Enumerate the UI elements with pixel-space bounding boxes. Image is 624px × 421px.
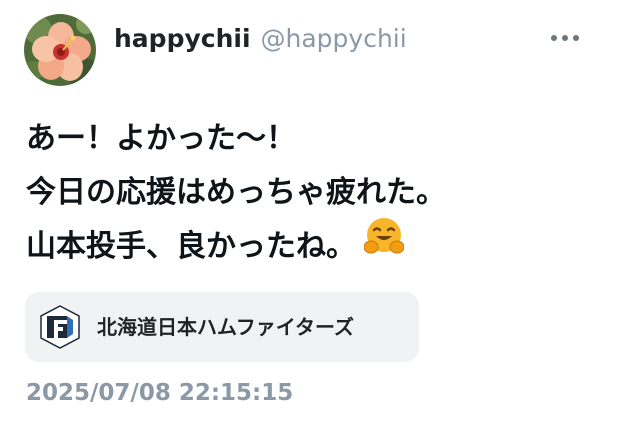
post-text-line-with-emoji: 山本投手、良かったね。 [26,217,606,274]
post-text: あー！よかった〜！ 今日の応援はめっちゃ疲れた。 山本投手、良かったね。 [26,112,606,274]
hugging-face-icon [363,217,405,273]
display-name[interactable]: happychii [114,24,251,53]
team-tag-chip[interactable]: 北海道日本ハムファイターズ [25,292,419,362]
hibiscus-flower-avatar [24,14,96,86]
post-text-line: 今日の応援はめっちゃ疲れた。 [26,175,446,210]
post-header: happychii @happychii [114,18,407,58]
fighters-logo-icon [37,304,83,350]
post-card: happychii @happychii あー！よかった〜！ 今日の応援はめっち… [0,0,624,421]
more-options-button[interactable] [548,24,582,52]
post-text-line: あー！よかった〜！ [26,121,296,156]
team-tag-label: 北海道日本ハムファイターズ [97,315,354,339]
user-handle[interactable]: @happychii [261,24,407,53]
post-text-line: 山本投手、良かったね。 [26,229,356,264]
avatar[interactable] [24,14,96,86]
post-timestamp[interactable]: 2025/07/08 22:15:15 [26,380,293,406]
more-horizontal-icon [551,35,579,41]
